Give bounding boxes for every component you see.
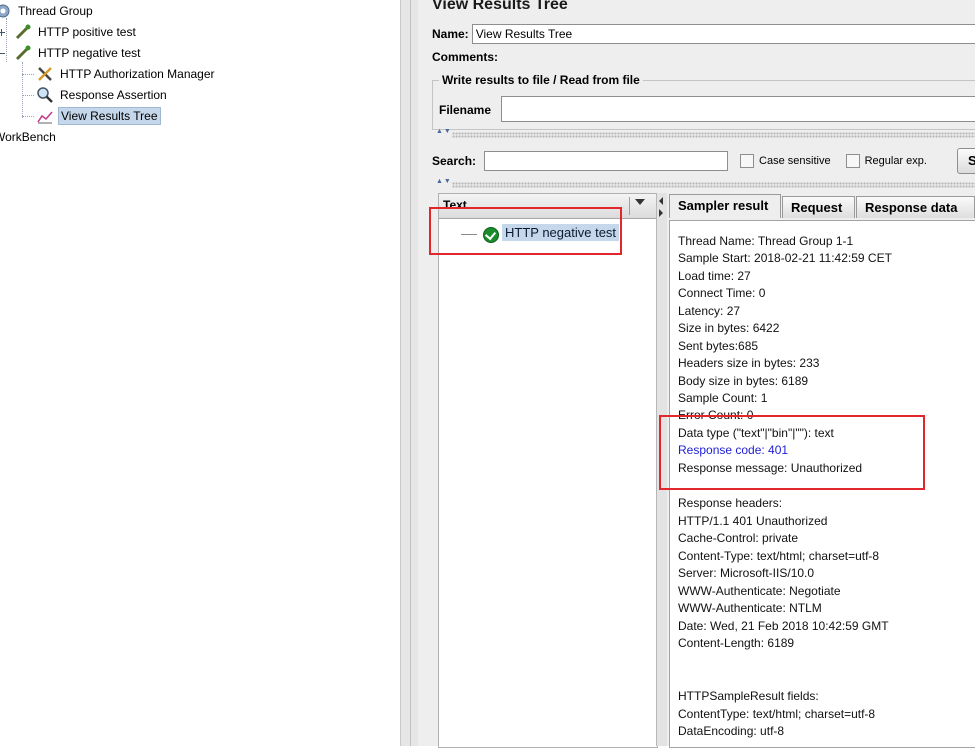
test-plan-tree: Thread Group HTTP positive test HTTP neg… bbox=[0, 0, 400, 746]
search-row: Search: Case sensitive Regular exp. bbox=[432, 151, 927, 171]
result-line: Response headers: bbox=[678, 496, 783, 510]
sampler-pipette-icon bbox=[14, 44, 32, 62]
result-line: Thread Name: Thread Group 1-1 bbox=[678, 234, 854, 248]
sampler-pipette-icon bbox=[14, 23, 32, 41]
result-line: Load time: 27 bbox=[678, 269, 751, 283]
view-results-tree-panel: View Results Tree Name: Comments: Write … bbox=[418, 0, 975, 748]
case-sensitive-label: Case sensitive bbox=[759, 155, 831, 167]
file-groupbox: Write results to file / Read from file F… bbox=[432, 73, 975, 130]
result-line: WWW-Authenticate: NTLM bbox=[678, 601, 822, 615]
tools-icon bbox=[36, 65, 54, 83]
panel-title: View Results Tree bbox=[432, 0, 568, 13]
magnifier-icon bbox=[36, 86, 54, 104]
thread-group-icon bbox=[0, 2, 12, 20]
graph-icon bbox=[36, 107, 54, 125]
name-label: Name: bbox=[432, 27, 469, 41]
collapse-arrows-icon[interactable]: ▲▼ bbox=[436, 128, 452, 135]
tab-response-data[interactable]: Response data bbox=[856, 196, 975, 218]
results-list: Text HTTP negative test bbox=[438, 193, 658, 748]
tree-node-thread-group[interactable]: Thread Group bbox=[0, 1, 95, 21]
tree-node-label: HTTP negative test bbox=[38, 46, 141, 60]
highlight-box-sample bbox=[429, 207, 622, 255]
search-button[interactable]: S bbox=[957, 148, 975, 174]
case-sensitive-checkbox[interactable] bbox=[740, 154, 755, 168]
tree-node-label: HTTP positive test bbox=[38, 25, 136, 39]
result-line: ContentType: text/html; charset=utf-8 bbox=[678, 707, 876, 721]
filename-label: Filename bbox=[439, 103, 492, 117]
tree-node-http-negative-test[interactable]: HTTP negative test bbox=[14, 43, 143, 63]
result-line: HTTP/1.1 401 Unauthorized bbox=[678, 514, 828, 528]
result-line: Sent bytes:685 bbox=[678, 339, 759, 353]
tree-node-http-authorization-manager[interactable]: HTTP Authorization Manager bbox=[36, 64, 217, 84]
result-line: Latency: 27 bbox=[678, 304, 741, 318]
comments-row: Comments: bbox=[432, 50, 498, 64]
result-line: Server: Microsoft-IIS/10.0 bbox=[678, 566, 815, 580]
tree-node-response-assertion[interactable]: Response Assertion bbox=[36, 85, 169, 105]
result-line: Sample Count: 1 bbox=[678, 391, 768, 405]
tree-node-label: Response Assertion bbox=[60, 88, 167, 102]
tree-node-view-results-tree[interactable]: View Results Tree bbox=[36, 106, 161, 126]
tree-node-label: HTTP Authorization Manager bbox=[60, 67, 215, 81]
result-line: Size in bytes: 6422 bbox=[678, 321, 780, 335]
regular-exp-label: Regular exp. bbox=[864, 155, 927, 167]
tree-node-http-positive-test[interactable]: HTTP positive test bbox=[14, 22, 138, 42]
collapse-arrows-icon[interactable]: ▲▼ bbox=[436, 178, 452, 185]
tree-node-workbench[interactable]: WorkBench bbox=[0, 127, 58, 147]
tree-guide-line bbox=[22, 74, 34, 75]
name-row: Name: bbox=[432, 24, 975, 44]
tree-collapse-handle[interactable] bbox=[0, 29, 6, 37]
result-line: HTTPSampleResult fields: bbox=[678, 689, 819, 703]
highlight-box-response bbox=[659, 415, 925, 490]
tab-sampler-result[interactable]: Sampler result bbox=[669, 194, 781, 218]
result-line: Date: Wed, 21 Feb 2018 10:42:59 GMT bbox=[678, 619, 889, 633]
search-input[interactable] bbox=[484, 151, 729, 171]
result-line: Headers size in bytes: 233 bbox=[678, 356, 820, 370]
regular-exp-checkbox[interactable] bbox=[845, 154, 860, 168]
tree-guide-line bbox=[22, 95, 34, 96]
result-line: Cache-Control: private bbox=[678, 531, 799, 545]
search-label: Search: bbox=[432, 154, 477, 168]
divider bbox=[452, 182, 975, 188]
tree-guide-line bbox=[22, 62, 23, 118]
main-splitter[interactable] bbox=[400, 0, 419, 746]
result-line: WWW-Authenticate: Negotiate bbox=[678, 584, 841, 598]
result-line: Content-Length: 6189 bbox=[678, 636, 795, 650]
result-line: Content-Type: text/html; charset=utf-8 bbox=[678, 549, 880, 563]
result-line: Body size in bytes: 6189 bbox=[678, 374, 809, 388]
result-line: DataEncoding: utf-8 bbox=[678, 724, 785, 738]
combobox-divider bbox=[629, 197, 630, 215]
tree-node-label: Thread Group bbox=[18, 4, 93, 18]
divider bbox=[452, 132, 975, 138]
tree-node-label: View Results Tree bbox=[58, 107, 161, 125]
comments-label: Comments: bbox=[432, 50, 499, 64]
tab-request[interactable]: Request bbox=[782, 196, 855, 218]
tree-guide-line bbox=[6, 18, 7, 62]
name-input[interactable] bbox=[471, 24, 975, 44]
tree-expand-handle[interactable] bbox=[0, 50, 6, 58]
result-line: Connect Time: 0 bbox=[678, 286, 766, 300]
result-line: Sample Start: 2018-02-21 11:42:59 CET bbox=[678, 251, 892, 265]
filename-input[interactable] bbox=[501, 96, 975, 122]
tree-guide-line bbox=[22, 116, 34, 117]
tree-node-label: WorkBench bbox=[0, 130, 56, 144]
chevron-down-icon[interactable] bbox=[635, 199, 645, 205]
file-group-legend: Write results to file / Read from file bbox=[439, 73, 643, 87]
